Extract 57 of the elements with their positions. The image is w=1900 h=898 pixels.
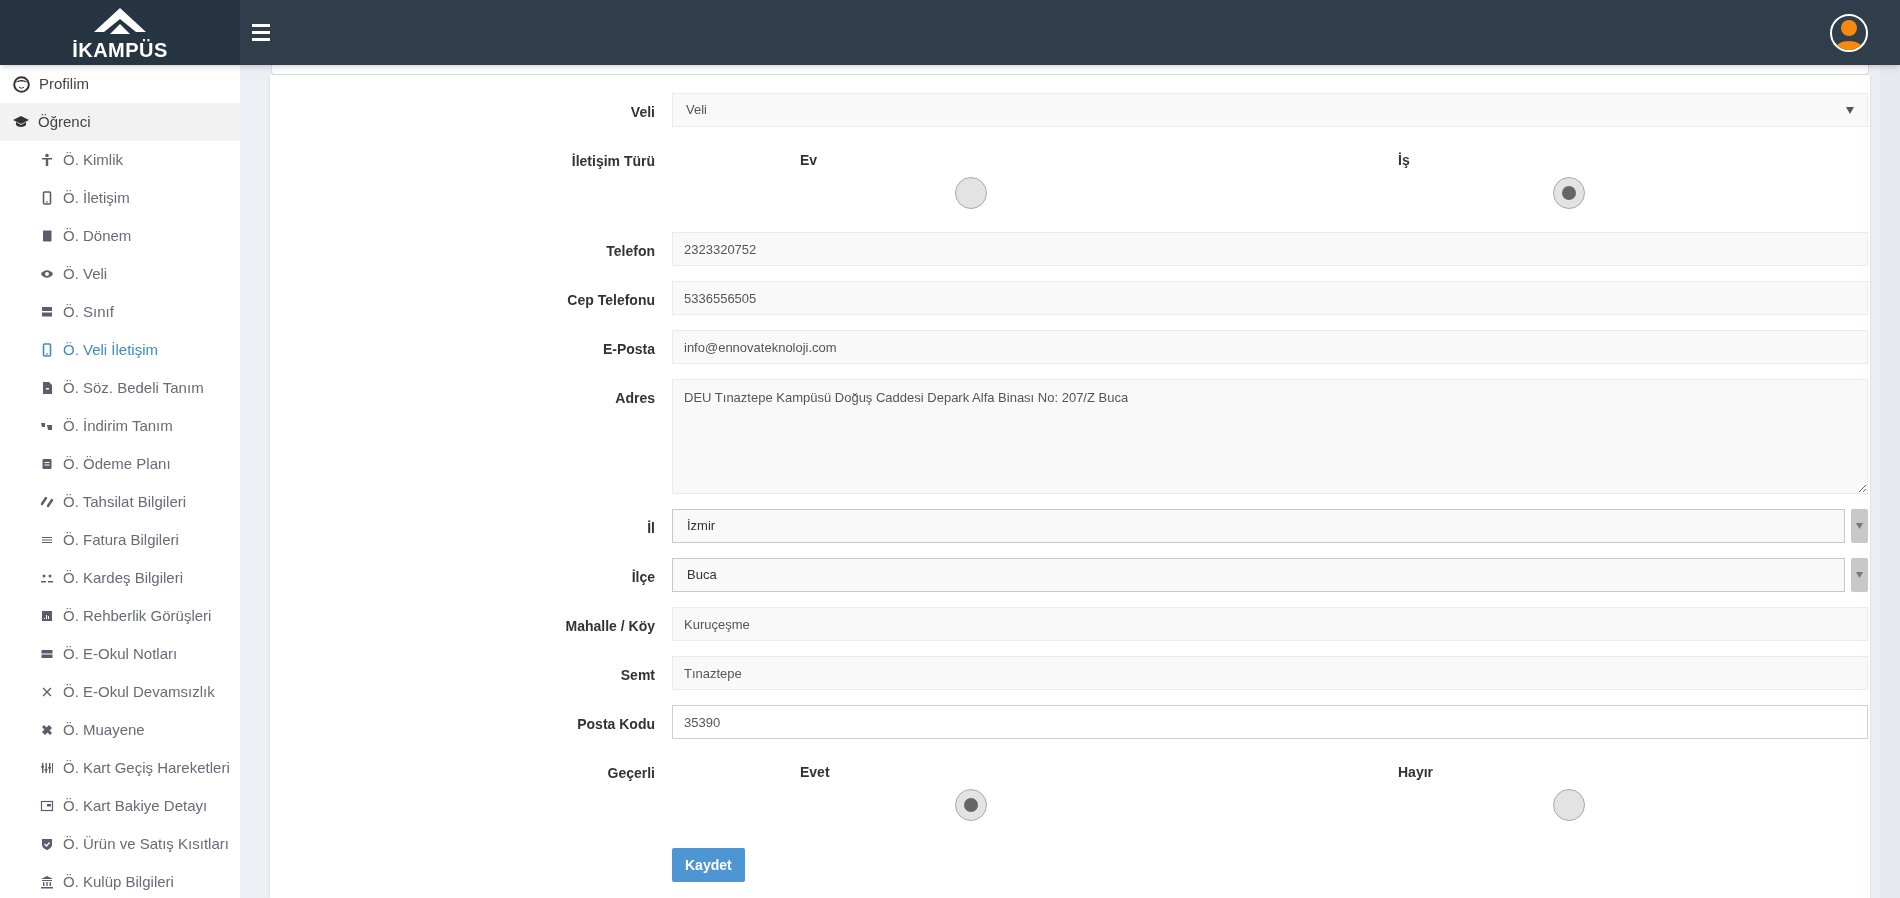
- file-icon: [40, 381, 54, 395]
- person-icon: [40, 153, 54, 167]
- field-label: Veli: [630, 103, 655, 122]
- option-label: İş: [1398, 151, 1410, 170]
- close-icon: [40, 685, 54, 699]
- card-icon: [40, 647, 54, 661]
- caret-icon: [1856, 572, 1863, 578]
- text-input[interactable]: Tınaztepe: [672, 656, 1868, 690]
- user-avatar-icon[interactable]: [1830, 13, 1868, 52]
- option-label: Evet: [800, 763, 830, 782]
- field-label: İletişim Türü: [571, 152, 655, 171]
- logo[interactable]: İKAMPÜS: [0, 0, 240, 65]
- logo-text: İKAMPÜS: [72, 39, 168, 60]
- select-field[interactable]: Veli: [672, 93, 1868, 127]
- text-input[interactable]: Kuruçeşme: [672, 607, 1868, 641]
- server-icon: [40, 305, 54, 319]
- dropdown-button[interactable]: [1851, 509, 1868, 543]
- face-icon: [13, 75, 30, 93]
- field-label: İlçe: [631, 568, 655, 587]
- field-label: E-Posta: [602, 340, 655, 359]
- radio-button[interactable]: [1553, 789, 1585, 821]
- phone-icon: [40, 343, 54, 357]
- text-input[interactable]: info@ennovateknoloji.com: [672, 330, 1868, 364]
- graduation-cap-icon: [13, 115, 29, 129]
- field-label: İl: [647, 519, 655, 538]
- field-label: Mahalle / Köy: [565, 617, 655, 636]
- radio-button[interactable]: [955, 789, 987, 821]
- phone-icon: [40, 191, 54, 205]
- chart-icon: [40, 609, 54, 623]
- field-label: Geçerli: [607, 764, 655, 783]
- field-label: Posta Kodu: [577, 715, 655, 734]
- field-label: Cep Telefonu: [567, 291, 655, 310]
- text-input[interactable]: 2323320752: [672, 232, 1868, 266]
- bank-icon: [40, 875, 54, 889]
- field-label: Telefon: [606, 242, 655, 261]
- field-label: Adres: [615, 389, 655, 408]
- shield-icon: [40, 837, 54, 851]
- field-label: Semt: [620, 666, 655, 685]
- radio-button[interactable]: [1553, 177, 1585, 209]
- list-icon: [40, 457, 54, 471]
- option-label: Hayır: [1398, 763, 1434, 782]
- text-input[interactable]: 35390: [672, 705, 1868, 739]
- text-input[interactable]: 5336556505: [672, 281, 1868, 315]
- book-icon: [40, 229, 54, 243]
- caret-icon: [1856, 523, 1863, 529]
- sliders-icon: [40, 761, 54, 775]
- select-field[interactable]: Buca: [672, 558, 1845, 592]
- option-label: Ev: [800, 151, 818, 170]
- eye-icon: [40, 267, 54, 281]
- select-field[interactable]: İzmir: [672, 509, 1845, 543]
- window-icon: [40, 799, 54, 813]
- save-button[interactable]: Kaydet: [672, 848, 745, 882]
- dropdown-button[interactable]: [1851, 558, 1868, 592]
- address-textarea[interactable]: DEU Tınaztepe Kampüsü Doğuş Caddesi Depark Alfa Binası No: 207/Z Buca: [672, 379, 1868, 494]
- sidebar-item[interactable]: Öğrenci: [0, 103, 240, 141]
- radio-button[interactable]: [955, 177, 987, 209]
- caret-icon: [1846, 106, 1854, 114]
